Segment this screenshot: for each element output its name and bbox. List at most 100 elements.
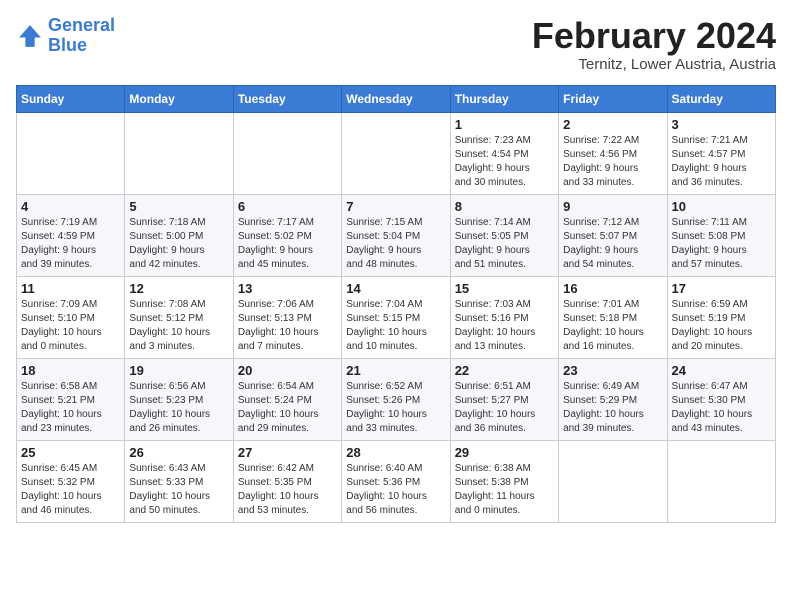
day-number: 16 [563, 281, 662, 296]
day-cell: 3 Sunrise: 7:21 AM Sunset: 4:57 PM Daylig… [667, 112, 775, 194]
day-info: Sunrise: 6:40 AM Sunset: 5:36 PM Dayligh… [346, 462, 445, 518]
day-info: Sunrise: 6:59 AM Sunset: 5:19 PM Dayligh… [672, 298, 771, 354]
day-info: Sunrise: 7:04 AM Sunset: 5:15 PM Dayligh… [346, 298, 445, 354]
day-number: 5 [129, 199, 228, 214]
day-number: 9 [563, 199, 662, 214]
day-info: Sunrise: 6:51 AM Sunset: 5:27 PM Dayligh… [455, 380, 554, 436]
day-cell: 23 Sunrise: 6:49 AM Sunset: 5:29 PM Dayli… [559, 358, 667, 440]
day-info: Sunrise: 6:43 AM Sunset: 5:33 PM Dayligh… [129, 462, 228, 518]
day-info: Sunrise: 7:06 AM Sunset: 5:13 PM Dayligh… [238, 298, 337, 354]
day-number: 13 [238, 281, 337, 296]
calendar-subtitle: Ternitz, Lower Austria, Austria [532, 56, 776, 73]
day-number: 14 [346, 281, 445, 296]
day-cell: 12 Sunrise: 7:08 AM Sunset: 5:12 PM Dayli… [125, 276, 233, 358]
day-number: 10 [672, 199, 771, 214]
day-info: Sunrise: 7:11 AM Sunset: 5:08 PM Dayligh… [672, 216, 771, 272]
day-number: 7 [346, 199, 445, 214]
day-number: 29 [455, 445, 554, 460]
day-cell: 25 Sunrise: 6:45 AM Sunset: 5:32 PM Dayli… [17, 440, 125, 522]
day-number: 6 [238, 199, 337, 214]
day-cell: 17 Sunrise: 6:59 AM Sunset: 5:19 PM Dayli… [667, 276, 775, 358]
day-cell: 1 Sunrise: 7:23 AM Sunset: 4:54 PM Daylig… [450, 112, 558, 194]
day-cell: 9 Sunrise: 7:12 AM Sunset: 5:07 PM Daylig… [559, 194, 667, 276]
day-number: 3 [672, 117, 771, 132]
day-number: 1 [455, 117, 554, 132]
day-info: Sunrise: 6:45 AM Sunset: 5:32 PM Dayligh… [21, 462, 120, 518]
day-cell: 26Sunrise: 6:43 AM Sunset: 5:33 PM Dayli… [125, 440, 233, 522]
day-cell: 10 Sunrise: 7:11 AM Sunset: 5:08 PM Dayli… [667, 194, 775, 276]
logo-line1: General [48, 15, 115, 35]
day-number: 8 [455, 199, 554, 214]
day-number: 24 [672, 363, 771, 378]
title-area: February 2024 Ternitz, Lower Austria, Au… [532, 16, 776, 73]
day-info: Sunrise: 7:23 AM Sunset: 4:54 PM Dayligh… [455, 134, 554, 190]
day-number: 23 [563, 363, 662, 378]
day-cell: 24 Sunrise: 6:47 AM Sunset: 5:30 PM Dayli… [667, 358, 775, 440]
week-row-5: 25 Sunrise: 6:45 AM Sunset: 5:32 PM Dayli… [17, 440, 776, 522]
day-cell: 22 Sunrise: 6:51 AM Sunset: 5:27 PM Dayli… [450, 358, 558, 440]
header: General Blue February 2024 Ternitz, Lowe… [16, 16, 776, 73]
logo-icon [16, 22, 44, 50]
day-info: Sunrise: 7:18 AM Sunset: 5:00 PM Dayligh… [129, 216, 228, 272]
week-row-4: 18 Sunrise: 6:58 AM Sunset: 5:21 PM Dayli… [17, 358, 776, 440]
day-number: 22 [455, 363, 554, 378]
day-cell: 14 Sunrise: 7:04 AM Sunset: 5:15 PM Dayli… [342, 276, 450, 358]
day-number: 2 [563, 117, 662, 132]
calendar-table: SundayMondayTuesdayWednesdayThursdayFrid… [16, 85, 776, 523]
day-number: 17 [672, 281, 771, 296]
day-cell: 4Sunrise: 7:19 AM Sunset: 4:59 PM Daylig… [17, 194, 125, 276]
day-cell: 5 Sunrise: 7:18 AM Sunset: 5:00 PM Daylig… [125, 194, 233, 276]
header-cell-monday: Monday [125, 85, 233, 112]
day-info: Sunrise: 7:03 AM Sunset: 5:16 PM Dayligh… [455, 298, 554, 354]
day-info: Sunrise: 6:54 AM Sunset: 5:24 PM Dayligh… [238, 380, 337, 436]
day-number: 15 [455, 281, 554, 296]
day-info: Sunrise: 7:12 AM Sunset: 5:07 PM Dayligh… [563, 216, 662, 272]
day-cell: 2 Sunrise: 7:22 AM Sunset: 4:56 PM Daylig… [559, 112, 667, 194]
day-number: 11 [21, 281, 120, 296]
day-cell [233, 112, 341, 194]
header-cell-saturday: Saturday [667, 85, 775, 112]
day-number: 12 [129, 281, 228, 296]
day-cell: 15 Sunrise: 7:03 AM Sunset: 5:16 PM Dayli… [450, 276, 558, 358]
logo-line2: Blue [48, 35, 87, 55]
day-info: Sunrise: 7:01 AM Sunset: 5:18 PM Dayligh… [563, 298, 662, 354]
day-number: 28 [346, 445, 445, 460]
calendar-header-row: SundayMondayTuesdayWednesdayThursdayFrid… [17, 85, 776, 112]
day-cell: 20Sunrise: 6:54 AM Sunset: 5:24 PM Dayli… [233, 358, 341, 440]
day-info: Sunrise: 7:21 AM Sunset: 4:57 PM Dayligh… [672, 134, 771, 190]
day-cell: 8Sunrise: 7:14 AM Sunset: 5:05 PM Daylig… [450, 194, 558, 276]
day-cell: 18 Sunrise: 6:58 AM Sunset: 5:21 PM Dayli… [17, 358, 125, 440]
day-cell: 13 Sunrise: 7:06 AM Sunset: 5:13 PM Dayli… [233, 276, 341, 358]
week-row-1: 1 Sunrise: 7:23 AM Sunset: 4:54 PM Daylig… [17, 112, 776, 194]
day-cell [559, 440, 667, 522]
day-cell [667, 440, 775, 522]
day-number: 19 [129, 363, 228, 378]
day-info: Sunrise: 6:56 AM Sunset: 5:23 PM Dayligh… [129, 380, 228, 436]
day-cell: 6Sunrise: 7:17 AM Sunset: 5:02 PM Daylig… [233, 194, 341, 276]
day-number: 18 [21, 363, 120, 378]
day-info: Sunrise: 6:49 AM Sunset: 5:29 PM Dayligh… [563, 380, 662, 436]
day-info: Sunrise: 6:42 AM Sunset: 5:35 PM Dayligh… [238, 462, 337, 518]
day-number: 25 [21, 445, 120, 460]
day-number: 4 [21, 199, 120, 214]
day-info: Sunrise: 7:15 AM Sunset: 5:04 PM Dayligh… [346, 216, 445, 272]
day-cell: 21 Sunrise: 6:52 AM Sunset: 5:26 PM Dayli… [342, 358, 450, 440]
logo-text: General Blue [48, 16, 115, 56]
header-cell-tuesday: Tuesday [233, 85, 341, 112]
day-info: Sunrise: 6:47 AM Sunset: 5:30 PM Dayligh… [672, 380, 771, 436]
day-cell: 27 Sunrise: 6:42 AM Sunset: 5:35 PM Dayli… [233, 440, 341, 522]
header-cell-friday: Friday [559, 85, 667, 112]
day-number: 21 [346, 363, 445, 378]
day-cell: 28 Sunrise: 6:40 AM Sunset: 5:36 PM Dayli… [342, 440, 450, 522]
day-cell: 11 Sunrise: 7:09 AM Sunset: 5:10 PM Dayli… [17, 276, 125, 358]
day-info: Sunrise: 6:58 AM Sunset: 5:21 PM Dayligh… [21, 380, 120, 436]
day-number: 27 [238, 445, 337, 460]
day-info: Sunrise: 7:08 AM Sunset: 5:12 PM Dayligh… [129, 298, 228, 354]
calendar-title: February 2024 [532, 16, 776, 56]
logo: General Blue [16, 16, 115, 56]
day-info: Sunrise: 6:52 AM Sunset: 5:26 PM Dayligh… [346, 380, 445, 436]
day-cell: 29Sunrise: 6:38 AM Sunset: 5:38 PM Dayli… [450, 440, 558, 522]
week-row-3: 11 Sunrise: 7:09 AM Sunset: 5:10 PM Dayli… [17, 276, 776, 358]
day-info: Sunrise: 7:09 AM Sunset: 5:10 PM Dayligh… [21, 298, 120, 354]
day-info: Sunrise: 7:22 AM Sunset: 4:56 PM Dayligh… [563, 134, 662, 190]
